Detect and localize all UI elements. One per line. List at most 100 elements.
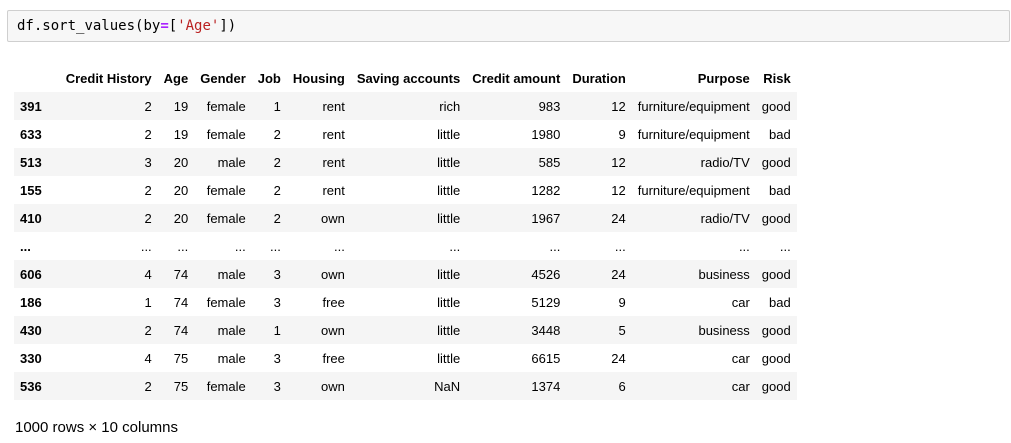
table-cell: 3448: [531, 322, 561, 338]
table-row: 513 3 20 male 2 rent little 585 12 radio/TV good: [14, 148, 797, 176]
table-cell: 2: [273, 126, 281, 142]
table-cell: little: [437, 350, 461, 366]
table-cell: good: [761, 154, 791, 170]
code-token: [: [168, 18, 178, 34]
table-cell: 1: [144, 294, 152, 310]
column-header: Credit amount: [472, 70, 561, 86]
code-cell-input[interactable]: df.sort_values(by=['Age']): [7, 10, 1010, 42]
table-row: .................................: [14, 232, 797, 260]
table-cell: 1: [273, 322, 281, 338]
code-token: ]): [219, 18, 237, 34]
table-cell: 983: [538, 98, 561, 114]
column-header: Saving accounts: [356, 70, 461, 86]
table-cell: 19: [173, 126, 189, 142]
table-row: 186 1 74 female 3 free little 5129 9 car bad: [14, 288, 797, 316]
table-cell: female: [206, 126, 246, 142]
table-row: 330 4 75 male 3 free little 6615 24 car good: [14, 344, 797, 372]
row-index: 330: [20, 350, 42, 366]
table-row: 606 4 74 male 3 own little 4526 24 business good: [14, 260, 797, 288]
table-cell: little: [437, 154, 461, 170]
table-cell: bad: [769, 126, 791, 142]
table-cell: 24: [611, 210, 626, 226]
table-cell: 9: [618, 126, 626, 142]
row-index: 430: [20, 322, 42, 338]
table-row: 633 2 19 female 2 rent little 1980 9 furniture/eq…: [14, 120, 797, 148]
row-index: 391: [20, 98, 42, 114]
table-cell: 2: [144, 378, 152, 394]
table-cell: 2: [273, 182, 281, 198]
table-cell: good: [761, 378, 791, 394]
table-cell: furniture/equipment: [637, 126, 750, 142]
table-cell: 20: [173, 182, 189, 198]
table-cell: 3: [273, 266, 281, 282]
table-cell: good: [761, 98, 791, 114]
table-cell: 3: [144, 154, 152, 170]
table-cell: 12: [611, 182, 626, 198]
table-cell: 2: [144, 126, 152, 142]
table-cell: ...: [140, 238, 152, 254]
table-cell: good: [761, 210, 791, 226]
table-cell: 2: [273, 154, 281, 170]
table-body: 391 2 19 female 1 rent rich 983 12 furniture/equi…: [14, 92, 797, 400]
dataframe-shape-summary: 1000 rows × 10 columns: [15, 419, 179, 436]
row-index: 633: [20, 126, 42, 142]
row-index: 155: [20, 182, 42, 198]
dataframe-table: Credit History Age Gender Job Housing Saving …: [14, 64, 797, 400]
table-cell: radio/TV: [700, 210, 750, 226]
table-cell: ...: [549, 238, 561, 254]
table-cell: 24: [611, 350, 626, 366]
table-cell: free: [322, 350, 345, 366]
table-cell: 12: [611, 98, 626, 114]
table-cell: female: [206, 294, 246, 310]
table-cell: free: [322, 294, 345, 310]
table-cell: bad: [769, 182, 791, 198]
column-header: Job: [257, 70, 281, 86]
table-cell: 4: [144, 350, 152, 366]
row-index: 606: [20, 266, 42, 282]
table-cell: 1374: [531, 378, 561, 394]
table-cell: 6: [618, 378, 626, 394]
column-header: Duration: [572, 70, 626, 86]
column-header: Purpose: [697, 70, 750, 86]
table-cell: 74: [173, 266, 189, 282]
row-index: ...: [20, 238, 31, 254]
table-cell: 3: [273, 294, 281, 310]
table-cell: ...: [614, 238, 626, 254]
table-cell: 4: [144, 266, 152, 282]
table-cell: 20: [173, 154, 189, 170]
table-cell: 9: [618, 294, 626, 310]
table-cell: rent: [322, 98, 345, 114]
code-token: df: [17, 18, 34, 34]
table-cell: 19: [173, 98, 189, 114]
table-cell: 74: [173, 322, 189, 338]
table-cell: male: [217, 350, 246, 366]
table-cell: rent: [322, 182, 345, 198]
table-cell: 5129: [531, 294, 561, 310]
table-cell: rich: [439, 98, 461, 114]
row-index: 536: [20, 378, 42, 394]
table-row: 536 2 75 female 3 own NaN 1374 6 car good: [14, 372, 797, 400]
table-cell: little: [437, 266, 461, 282]
table-cell: business: [698, 322, 750, 338]
table-cell: 12: [611, 154, 626, 170]
table-cell: 6615: [531, 350, 561, 366]
table-cell: 2: [144, 182, 152, 198]
table-cell: female: [206, 98, 246, 114]
table-cell: 5: [618, 322, 626, 338]
table-row: 155 2 20 female 2 rent little 1282 12 furniture/e…: [14, 176, 797, 204]
table-cell: 75: [173, 378, 189, 394]
table-cell: male: [217, 154, 246, 170]
table-cell: good: [761, 322, 791, 338]
table-cell: female: [206, 378, 246, 394]
table-cell: ...: [738, 238, 750, 254]
row-index: 513: [20, 154, 42, 170]
table-cell: 2: [144, 210, 152, 226]
table-cell: 1282: [531, 182, 561, 198]
table-cell: ...: [270, 238, 281, 254]
table-cell: 4526: [531, 266, 561, 282]
table-cell: 75: [173, 350, 189, 366]
table-cell: male: [217, 322, 246, 338]
table-cell: ...: [449, 238, 461, 254]
code-token: sort_values: [42, 18, 136, 34]
table-cell: own: [321, 210, 345, 226]
